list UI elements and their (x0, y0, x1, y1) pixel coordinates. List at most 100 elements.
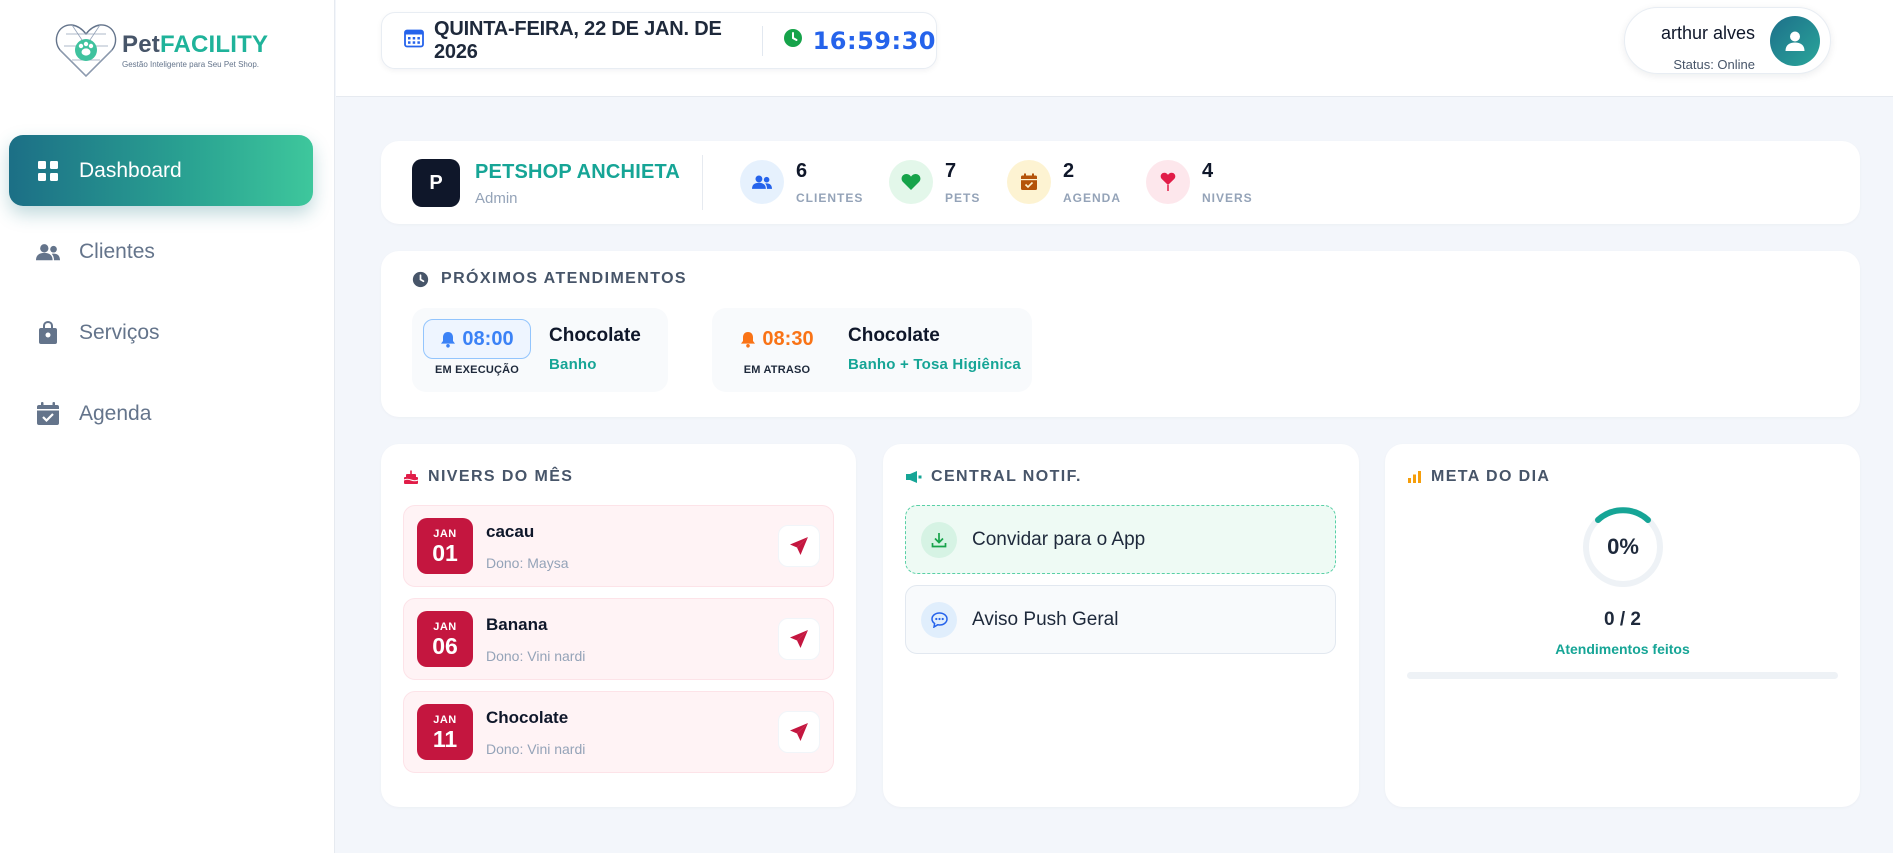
logo-title: PetFACILITY (122, 31, 269, 58)
sidebar-item-agenda[interactable]: Agenda (9, 378, 313, 449)
section-title: NIVERS DO MÊS (403, 468, 573, 486)
section-title: PRÓXIMOS ATENDIMENTOS (412, 270, 687, 288)
heart-icon (889, 160, 933, 204)
bar-chart-icon (1407, 470, 1422, 484)
send-icon (790, 537, 808, 555)
push-notification-button[interactable]: Aviso Push Geral (905, 585, 1336, 654)
stat-agenda[interactable]: 2 AGENDA (1007, 157, 1121, 207)
user-menu[interactable]: arthur alves Status: Online (1624, 7, 1831, 74)
stat-value: 7 (945, 159, 957, 182)
stat-value: 2 (1063, 159, 1075, 182)
appointment-time: 08:30 (723, 319, 831, 359)
date-time-box: QUINTA-FEIRA, 22 DE JAN. DE 2026 16:59:3… (381, 12, 937, 69)
appointment-service: Banho + Tosa Higiênica (848, 356, 1021, 373)
send-button[interactable] (778, 711, 820, 753)
bell-icon (441, 331, 456, 348)
avatar[interactable] (1770, 16, 1820, 66)
appointment-status: EM ATRASO (743, 364, 811, 376)
cake-icon (403, 469, 419, 485)
stat-pets[interactable]: 7 PETS (889, 157, 980, 207)
stat-nivers[interactable]: 4 NIVERS (1146, 157, 1253, 207)
sidebar-item-label: Dashboard (79, 158, 182, 182)
shop-stats-card: P PETSHOP ANCHIETA Admin 6 CLIENTES 7 PETS… (381, 141, 1860, 224)
next-appointments-card: PRÓXIMOS ATENDIMENTOS 08:00 EM EXECUÇÃO … (381, 251, 1860, 417)
balloon-icon (1146, 160, 1190, 204)
users-icon (740, 160, 784, 204)
appointment-status: EM EXECUÇÃO (434, 364, 520, 376)
user-status: Status: Online (1673, 57, 1755, 72)
calendar-check-icon (36, 401, 60, 426)
goal-percent: 0% (1607, 534, 1639, 559)
birthdays-card: NIVERS DO MÊS JAN 01 cacau Dono: Maysa J… (381, 444, 856, 807)
grid-icon (36, 159, 60, 183)
appointment-service: Banho (549, 356, 597, 373)
action-label: Aviso Push Geral (972, 608, 1119, 630)
stat-value: 6 (796, 159, 808, 182)
app-logo[interactable]: PetFACILITY Gestão Inteligente para Seu … (54, 20, 268, 80)
pet-owner: Dono: Maysa (486, 555, 569, 571)
pet-name: Banana (486, 615, 548, 634)
pet-owner: Dono: Vini nardi (486, 741, 586, 757)
sidebar-item-label: Serviços (79, 320, 160, 344)
list-item[interactable]: JAN 11 Chocolate Dono: Vini nardi (403, 691, 834, 773)
sidebar-item-clientes[interactable]: Clientes (9, 216, 313, 287)
megaphone-icon (905, 470, 922, 484)
stat-clientes[interactable]: 6 CLIENTES (740, 157, 863, 207)
chat-bubble-icon (921, 601, 957, 638)
bag-icon (36, 320, 60, 345)
user-name: arthur alves (1660, 23, 1755, 43)
user-icon (1785, 31, 1805, 51)
sidebar-item-servicos[interactable]: Serviços (9, 297, 313, 368)
sidebar-nav: Dashboard Clientes Serviços Agenda (9, 135, 313, 459)
current-time: 16:59:30 (812, 26, 936, 55)
clock-icon (783, 28, 803, 53)
shop-name: PETSHOP ANCHIETA (475, 161, 681, 183)
section-title: META DO DIA (1407, 468, 1550, 486)
top-bar: QUINTA-FEIRA, 22 DE JAN. DE 2026 16:59:3… (336, 0, 1893, 97)
sidebar-item-label: Agenda (79, 401, 152, 425)
pet-name: cacau (486, 522, 535, 541)
action-label: Convidar para o App (972, 528, 1146, 550)
birthday-date: JAN 01 (417, 518, 473, 574)
notifications-card: CENTRAL NOTIF. Convidar para o App Aviso… (883, 444, 1359, 807)
birthday-date: JAN 06 (417, 611, 473, 667)
stat-label: NIVERS (1202, 190, 1253, 205)
pet-owner: Dono: Vini nardi (486, 648, 586, 664)
daily-goal-card: META DO DIA 0% 0 / 2 Atendimentos feitos (1385, 444, 1860, 807)
pet-name: Chocolate (486, 708, 569, 727)
section-title: CENTRAL NOTIF. (905, 468, 1082, 486)
shop-role: Admin (475, 190, 518, 207)
send-button[interactable] (778, 525, 820, 567)
list-item[interactable]: JAN 06 Banana Dono: Vini nardi (403, 598, 834, 680)
stat-label: PETS (945, 190, 981, 205)
send-icon (790, 723, 808, 741)
goal-progress-bar (1407, 672, 1838, 679)
goal-caption: Atendimentos feitos (1555, 641, 1690, 657)
send-icon (790, 630, 808, 648)
users-icon (36, 240, 60, 264)
calendar-icon (404, 28, 424, 53)
sidebar-item-label: Clientes (79, 239, 155, 263)
stat-value: 4 (1202, 159, 1214, 182)
stat-label: CLIENTES (796, 190, 864, 205)
divider (761, 25, 763, 56)
shop-badge: P (412, 159, 460, 207)
send-button[interactable] (778, 618, 820, 660)
sidebar: PetFACILITY Gestão Inteligente para Seu … (0, 0, 335, 853)
list-item[interactable]: JAN 01 cacau Dono: Maysa (403, 505, 834, 587)
appointment-card[interactable]: 08:00 EM EXECUÇÃO Chocolate Banho (412, 308, 668, 392)
appointment-pet: Chocolate (549, 325, 641, 346)
current-date: QUINTA-FEIRA, 22 DE JAN. DE 2026 (434, 17, 722, 63)
appointment-pet: Chocolate (848, 325, 940, 346)
bell-icon (741, 331, 756, 348)
sidebar-item-dashboard[interactable]: Dashboard (9, 135, 313, 206)
appointment-time: 08:00 (423, 319, 531, 359)
calendar-icon (1007, 160, 1051, 204)
stat-label: AGENDA (1063, 190, 1122, 205)
divider (702, 155, 703, 210)
appointment-card[interactable]: 08:30 EM ATRASO Chocolate Banho + Tosa H… (712, 308, 1032, 392)
clock-icon (412, 271, 429, 288)
invite-to-app-button[interactable]: Convidar para o App (905, 505, 1336, 574)
logo-subtitle: Gestão Inteligente para Seu Pet Shop. (122, 60, 259, 69)
birthday-date: JAN 11 (417, 704, 473, 760)
